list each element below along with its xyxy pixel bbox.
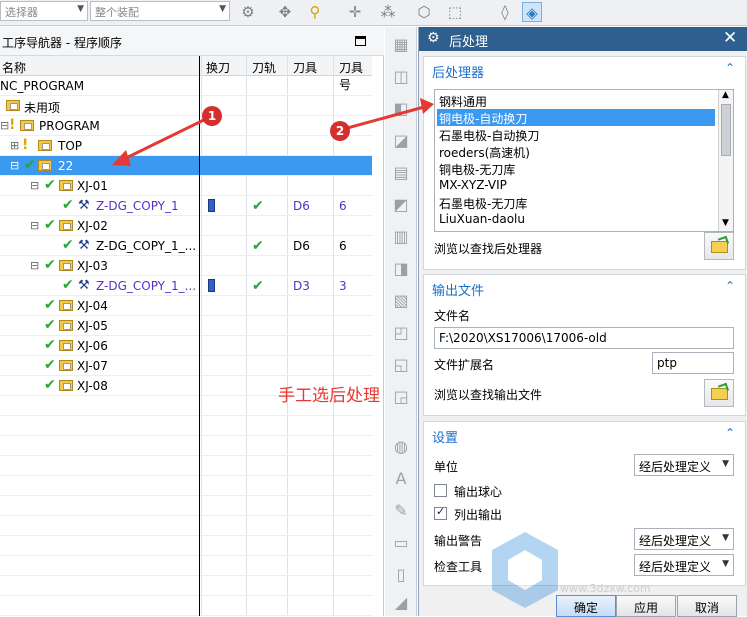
watermark-logo [492,532,558,608]
annotation-arrows [112,98,434,166]
annotation-note: 手工选后处理 [278,386,380,406]
arrow-1-line [121,114,213,162]
arrow-2-head [420,98,434,114]
annotation-badge-2: 2 [330,121,350,141]
arrow-1-head [112,150,131,166]
arrow-2-line [339,105,425,132]
annotation-badge-1: 1 [202,106,222,126]
watermark-text: www.3dzxw.com [560,582,651,595]
